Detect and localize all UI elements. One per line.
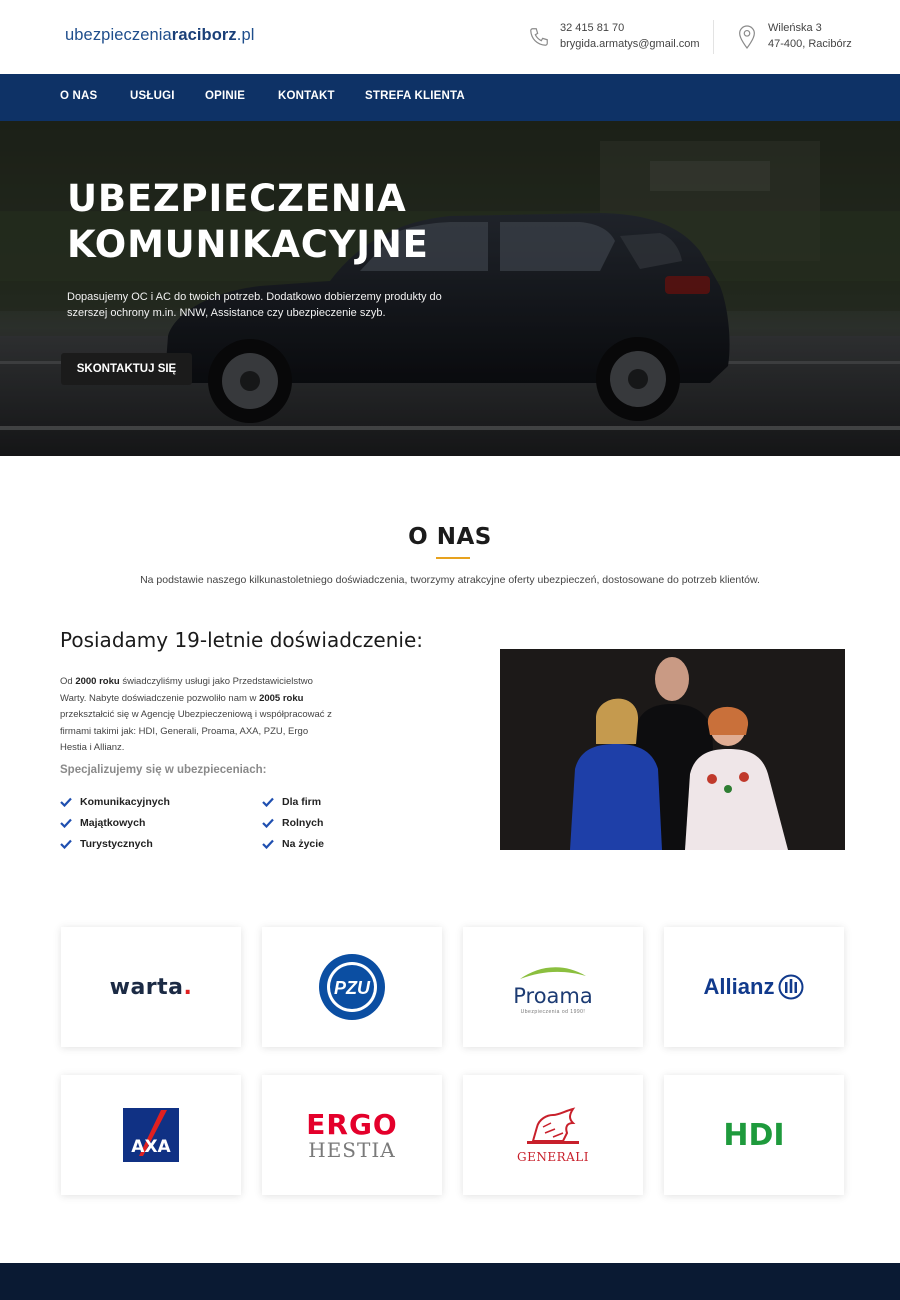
specialization-item: Na życie — [262, 838, 324, 850]
phone-number[interactable]: 32 415 81 70 — [560, 20, 700, 36]
partner-card-allianz[interactable]: Allianz — [664, 927, 844, 1047]
specialization-label: Komunikacyjnych — [80, 796, 170, 808]
pzu-logo: PZU — [319, 954, 385, 1020]
hdi-logo-text: HDI — [723, 1117, 785, 1153]
specialization-item: Rolnych — [262, 817, 323, 829]
specialization-item: Majątkowych — [60, 817, 145, 829]
site-header: ubezpieczeniaraciborz.pl 32 415 81 70 br… — [0, 0, 900, 74]
contact-phone-block: 32 415 81 70 brygida.armatys@gmail.com — [528, 20, 700, 52]
check-icon — [262, 818, 274, 828]
allianz-eagle-icon — [778, 974, 804, 1000]
experience-title: Posiadamy 19-letnie doświadczenie: — [60, 628, 423, 652]
hero-banner: UBEZPIECZENIA KOMUNIKACYJNE Dopasujemy O… — [0, 121, 900, 456]
logo-suffix: .pl — [236, 26, 255, 44]
hero-title-line-2: KOMUNIKACYJNE — [67, 223, 429, 266]
contact-address-block: Wileńska 3 47-400, Racibórz — [736, 20, 852, 52]
specialization-label: Rolnych — [282, 817, 324, 829]
experience-text: Od 2000 roku świadczyliśmy usługi jako P… — [60, 674, 335, 757]
partner-card-warta[interactable]: warta. — [61, 927, 241, 1047]
specialization-item: Dla firm — [262, 796, 321, 808]
proama-logo-text: Proama — [513, 983, 593, 1008]
proama-swoosh-icon — [519, 966, 586, 979]
check-icon — [60, 818, 72, 828]
specialization-label: Turystycznych — [80, 838, 153, 850]
axa-logo-text: AXA — [131, 1137, 171, 1157]
warta-logo-text: warta — [109, 974, 184, 1000]
about-subtitle: Na podstawie naszego kilkunastoletniego … — [140, 574, 760, 586]
proama-tagline: Ubezpieczenia od 1990! — [520, 1008, 586, 1015]
specialization-title: Specjalizujemy się w ubezpieceniach: — [60, 764, 267, 776]
axa-logo: AXA — [123, 1108, 179, 1162]
check-icon — [60, 797, 72, 807]
specialization-item: Komunikacyjnych — [60, 796, 170, 808]
ergo-hestia-logo: ERGO HESTIA — [306, 1107, 398, 1162]
specialization-label: Majątkowych — [80, 817, 146, 829]
email-address[interactable]: brygida.armatys@gmail.com — [560, 36, 700, 52]
about-section-title: O NAS — [408, 524, 492, 550]
map-pin-icon — [739, 25, 755, 49]
team-photo — [500, 649, 845, 850]
nav-item-o-nas[interactable]: O NAS — [60, 90, 97, 102]
generali-logo-text: GENERALI — [516, 1149, 589, 1164]
check-icon — [262, 797, 274, 807]
address-line-2: 47-400, Racibórz — [768, 38, 852, 50]
experience-year-2: 2005 roku — [259, 692, 304, 704]
contact-us-button[interactable]: SKONTAKTUJ SIĘ — [61, 353, 192, 385]
nav-item-strefa-klienta[interactable]: STREFA KLIENTA — [365, 90, 465, 102]
header-divider — [713, 20, 714, 54]
main-navigation: O NAS USŁUGI OPINIE KONTAKT STREFA KLIEN… — [0, 74, 900, 121]
warta-logo: warta. — [110, 975, 193, 1000]
nav-item-kontakt[interactable]: KONTAKT — [278, 90, 335, 102]
experience-text-part-1: Od — [60, 676, 76, 687]
phone-icon — [530, 28, 548, 46]
partner-card-generali[interactable]: GENERALI — [463, 1075, 643, 1195]
logo-bold: raciborz — [171, 26, 237, 44]
specialization-item: Turystycznych — [60, 838, 153, 850]
partner-card-hdi[interactable]: HDI — [664, 1075, 844, 1195]
check-icon — [60, 839, 72, 849]
hestia-logo-text: HESTIA — [308, 1137, 396, 1162]
specialization-label: Dla firm — [282, 796, 322, 808]
generali-lion-icon — [526, 1106, 579, 1144]
hdi-logo: HDI — [723, 1118, 784, 1153]
allianz-logo: Allianz — [704, 974, 805, 1000]
site-footer — [0, 1263, 900, 1300]
generali-logo: GENERALI — [516, 1106, 589, 1164]
experience-year-1: 2000 roku — [75, 676, 120, 687]
partner-card-proama[interactable]: Proama Ubezpieczenia od 1990! — [463, 927, 643, 1047]
experience-text-part-3: przekształcić się w Agencję Ubezpieczeni… — [60, 709, 332, 753]
nav-item-opinie[interactable]: OPINIE — [205, 90, 245, 102]
logo-prefix: ubezpieczenia — [65, 26, 172, 44]
pzu-logo-text: PZU — [334, 978, 371, 998]
nav-item-uslugi[interactable]: USŁUGI — [130, 90, 175, 102]
ergo-logo-text: ERGO — [306, 1107, 398, 1141]
hero-description: Dopasujemy OC i AC do twoich potrzeb. Do… — [67, 291, 442, 319]
allianz-logo-text: Allianz — [703, 974, 775, 999]
partner-card-ergo-hestia[interactable]: ERGO HESTIA — [262, 1075, 442, 1195]
partner-card-pzu[interactable]: PZU — [262, 927, 442, 1047]
proama-logo: Proama Ubezpieczenia od 1990! — [513, 964, 593, 1015]
warta-logo-dot: . — [183, 974, 193, 1000]
site-logo[interactable]: ubezpieczeniaraciborz.pl — [65, 26, 255, 45]
partner-card-axa[interactable]: AXA — [61, 1075, 241, 1195]
hero-title-line-1: UBEZPIECZENIA — [67, 177, 407, 220]
specialization-label: Na życie — [282, 838, 325, 850]
title-underline — [436, 557, 470, 559]
check-icon — [262, 839, 274, 849]
address-line-1: Wileńska 3 — [768, 22, 822, 34]
hero-title: UBEZPIECZENIA KOMUNIKACYJNE — [67, 176, 587, 268]
